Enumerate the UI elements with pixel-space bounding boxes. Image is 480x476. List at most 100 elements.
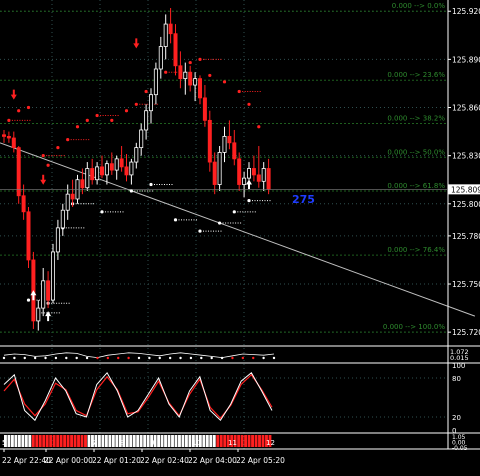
candle-body	[41, 280, 46, 309]
histogram-bar	[38, 435, 42, 447]
histogram-bar	[14, 435, 18, 447]
price-axis-label: 125.750	[452, 280, 480, 289]
histogram-bar	[17, 435, 21, 447]
trading-chart[interactable]: 0.000 --> 0.0% 0.000 --> 23.6% 0.000 --> 3…	[0, 0, 480, 476]
indicator1-dot	[179, 356, 182, 360]
indicator1-dot	[189, 356, 193, 360]
indicator1-dot	[33, 356, 37, 360]
sar-dot-red	[237, 89, 241, 94]
sar-dot-red	[188, 60, 192, 65]
candle-body	[51, 251, 56, 301]
candle-body	[212, 161, 217, 185]
candle-body	[21, 195, 26, 213]
time-axis-label: 22 Apr 04:00	[188, 456, 237, 465]
candle-body	[158, 46, 163, 70]
candle-body	[95, 166, 100, 181]
date-label: 12	[266, 439, 275, 447]
candle-body	[16, 147, 21, 197]
indicator1-dot	[200, 356, 203, 360]
histogram-bar	[56, 435, 60, 447]
histogram-bar	[205, 435, 209, 447]
candle-body	[85, 168, 90, 189]
price-axis-label: 125.920	[452, 7, 480, 16]
fib-level-label: 0.000 --> 38.2%	[387, 115, 445, 123]
candle-body	[144, 110, 149, 131]
histogram-bar	[125, 435, 129, 447]
sar-dot-white	[218, 221, 222, 225]
stochastic-axis-label: 20	[452, 414, 461, 422]
candle-body	[70, 193, 75, 200]
histogram-bar	[136, 435, 140, 447]
indicator1-dot	[13, 356, 16, 360]
fib-level-label: 0.000 --> 100.0%	[383, 323, 445, 331]
histogram-bar	[7, 435, 11, 447]
histogram-bar	[111, 435, 115, 447]
sar-dot-red	[144, 89, 148, 94]
indicator1-dot	[96, 356, 99, 360]
sar-dot-white	[129, 189, 133, 193]
histogram-bar	[108, 435, 112, 447]
price-axis-label: 125.720	[452, 328, 480, 337]
sar-dot-white	[100, 210, 104, 214]
sar-dot-red	[247, 102, 251, 106]
histogram-bar	[139, 435, 143, 447]
sar-dot-red	[41, 154, 45, 158]
histogram-bar	[132, 435, 136, 447]
fib-level-label: 0.000 --> 50.0%	[387, 148, 445, 156]
histogram-bar	[70, 435, 74, 447]
histogram-bar	[244, 435, 248, 447]
sar-dot-white	[232, 210, 236, 214]
histogram-bar	[66, 435, 70, 447]
indicator1-dot	[23, 356, 26, 360]
histogram-bar	[216, 435, 220, 447]
histogram-bar	[77, 435, 80, 447]
date-label: 11	[228, 439, 237, 447]
histogram-bar	[24, 435, 28, 447]
time-axis-label: 22 Apr 02:40	[140, 456, 189, 465]
histogram-bar	[181, 435, 185, 447]
indicator1-dot	[85, 356, 89, 360]
sar-dot-red	[257, 125, 261, 129]
candle-body	[217, 152, 222, 185]
histogram-bar	[31, 435, 35, 447]
candle-body	[100, 166, 105, 176]
histogram-bar	[143, 435, 147, 447]
price-axis-label: 125.780	[452, 232, 480, 241]
sar-dot-red	[124, 109, 129, 113]
histogram-bar	[52, 435, 56, 447]
indicator1-dot	[272, 356, 276, 360]
indicator1-dot	[44, 356, 47, 360]
candle-body	[251, 168, 256, 176]
price-axis-label: 125.860	[452, 104, 480, 113]
histogram-bar	[101, 435, 105, 447]
histogram-bar	[115, 435, 119, 447]
histogram-bar	[188, 435, 192, 447]
bar-timer-readout: 275	[292, 193, 315, 206]
sar-dot-red	[164, 70, 168, 74]
histogram-bar	[261, 435, 265, 447]
chart-canvas[interactable]: 0.000 --> 0.0% 0.000 --> 23.6% 0.000 --> 3…	[0, 0, 480, 476]
candle-body	[163, 23, 168, 47]
time-axis-label: 22 Apr 05:20	[236, 456, 285, 465]
indicator1-dot	[54, 356, 58, 360]
sar-dot-red	[17, 109, 21, 113]
sar-dot-red	[56, 146, 60, 150]
indicator1-dot	[137, 356, 141, 360]
histogram-bar	[212, 435, 216, 447]
histogram-bar	[171, 435, 174, 447]
candle-body	[202, 97, 207, 121]
histogram-bar	[223, 435, 227, 447]
histogram-bar	[104, 435, 108, 447]
histogram-bar	[174, 435, 178, 447]
indicator1-dot	[65, 356, 68, 360]
histogram-bar	[97, 435, 101, 447]
price-axis-label: 125.890	[452, 55, 480, 64]
sar-dot-white	[198, 229, 202, 233]
time-axis-label: 22 Apr 00:00	[44, 456, 93, 465]
sar-dot-red	[7, 118, 11, 122]
candle-body	[2, 134, 7, 137]
price-axis-label: 125.800	[452, 200, 480, 209]
date-label: 9	[150, 439, 154, 447]
histogram-bar	[157, 435, 161, 447]
indicator1-dot	[2, 356, 6, 360]
